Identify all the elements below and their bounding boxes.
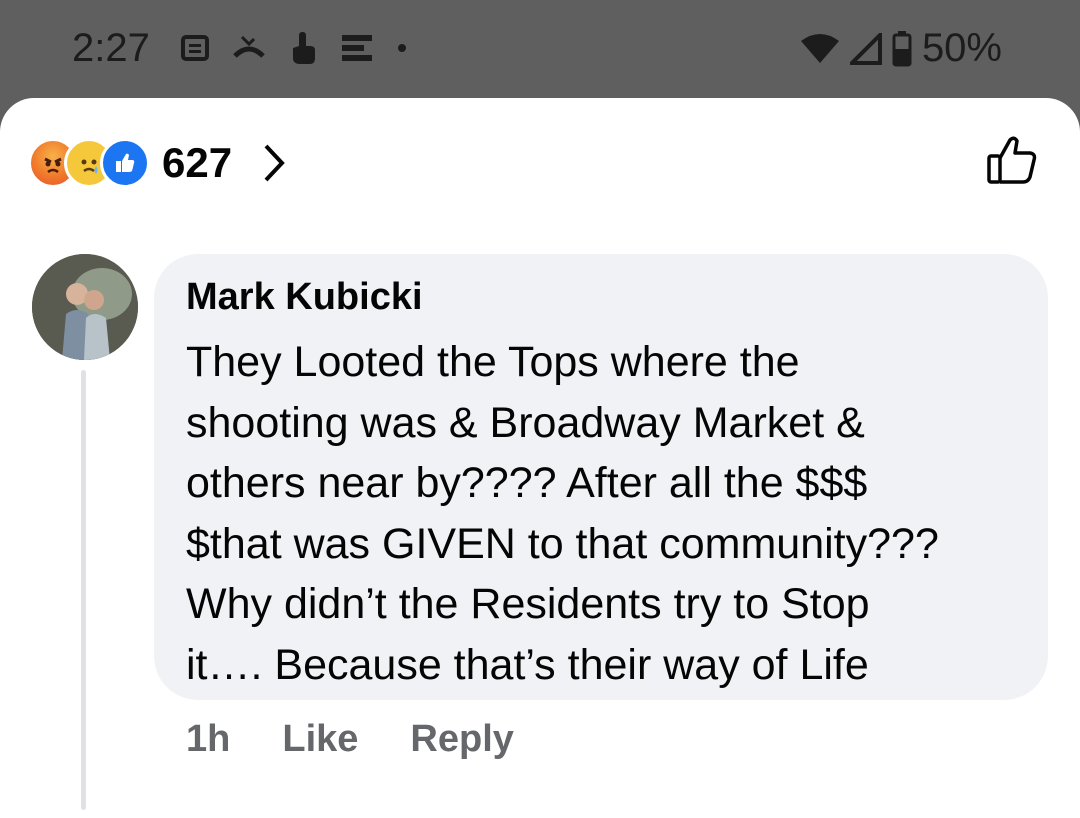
status-bar: 2:27 50% xyxy=(0,0,1080,100)
comment-author[interactable]: Mark Kubicki xyxy=(186,276,423,319)
reaction-count: 627 xyxy=(162,139,233,186)
like-outline-icon[interactable] xyxy=(984,132,1040,188)
battery-icon xyxy=(892,30,912,66)
status-time: 2:27 xyxy=(72,26,150,70)
comment-text: They Looted the Tops where the shooting … xyxy=(186,338,939,689)
like-reaction-icon xyxy=(100,138,150,188)
comment-timestamp: 1h xyxy=(186,718,231,760)
touch-icon xyxy=(293,32,315,64)
status-system-icons: 50% xyxy=(800,26,1002,71)
comments-sheet: 627 Mark Kubicki They Looted the Tops wh… xyxy=(0,98,1080,818)
reply-button[interactable]: Reply xyxy=(410,718,513,761)
avatar[interactable] xyxy=(32,254,138,360)
status-notification-icons xyxy=(180,30,408,66)
list-icon xyxy=(342,35,372,61)
comment-actions: 1h Like Reply xyxy=(186,718,566,761)
like-button[interactable]: Like xyxy=(282,718,358,761)
signal-icon xyxy=(849,32,882,65)
comment-bubble[interactable]: Mark Kubicki They Looted the Tops where … xyxy=(154,254,1048,700)
dot-icon xyxy=(398,44,406,52)
notification-icon xyxy=(181,35,209,61)
battery-percent: 50% xyxy=(921,26,1002,70)
reactions-summary[interactable]: 627 xyxy=(28,138,286,188)
missed-call-icon xyxy=(233,35,265,58)
thread-line xyxy=(81,370,86,810)
wifi-icon xyxy=(800,33,839,63)
chevron-right-icon xyxy=(264,144,285,182)
